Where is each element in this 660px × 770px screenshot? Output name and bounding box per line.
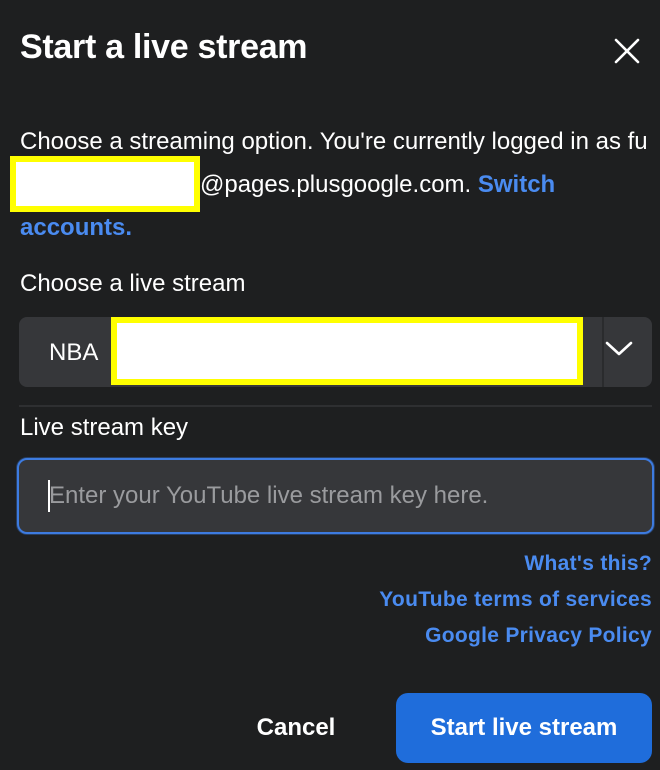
close-icon: [614, 38, 640, 64]
stream-key-input[interactable]: [17, 458, 654, 534]
intro-text-before: Choose a streaming option. You're curren…: [20, 128, 648, 155]
chevron-down-icon[interactable]: [604, 338, 634, 358]
redacted-email: [10, 155, 200, 212]
cancel-button[interactable]: Cancel: [240, 694, 352, 762]
text-caret: [48, 480, 50, 512]
whats-this-link[interactable]: What's this?: [524, 552, 652, 576]
live-stream-selected-value: NBA: [49, 339, 99, 366]
stream-key-label: Live stream key: [20, 414, 189, 441]
start-live-stream-dialog: Start a live stream Choose a streaming o…: [0, 0, 660, 770]
youtube-terms-link[interactable]: YouTube terms of services: [379, 588, 652, 612]
close-button[interactable]: [606, 30, 648, 72]
google-privacy-policy-link[interactable]: Google Privacy Policy: [425, 624, 652, 648]
intro-text: Choose a streaming option. You're curren…: [10, 120, 650, 249]
start-live-stream-button[interactable]: Start live stream: [396, 693, 652, 763]
dialog-title: Start a live stream: [20, 28, 308, 66]
divider: [19, 405, 652, 407]
live-stream-label: Choose a live stream: [20, 270, 246, 297]
redacted-stream-name: [111, 317, 583, 385]
intro-text-after: @pages.plusgoogle.com.: [200, 171, 478, 198]
